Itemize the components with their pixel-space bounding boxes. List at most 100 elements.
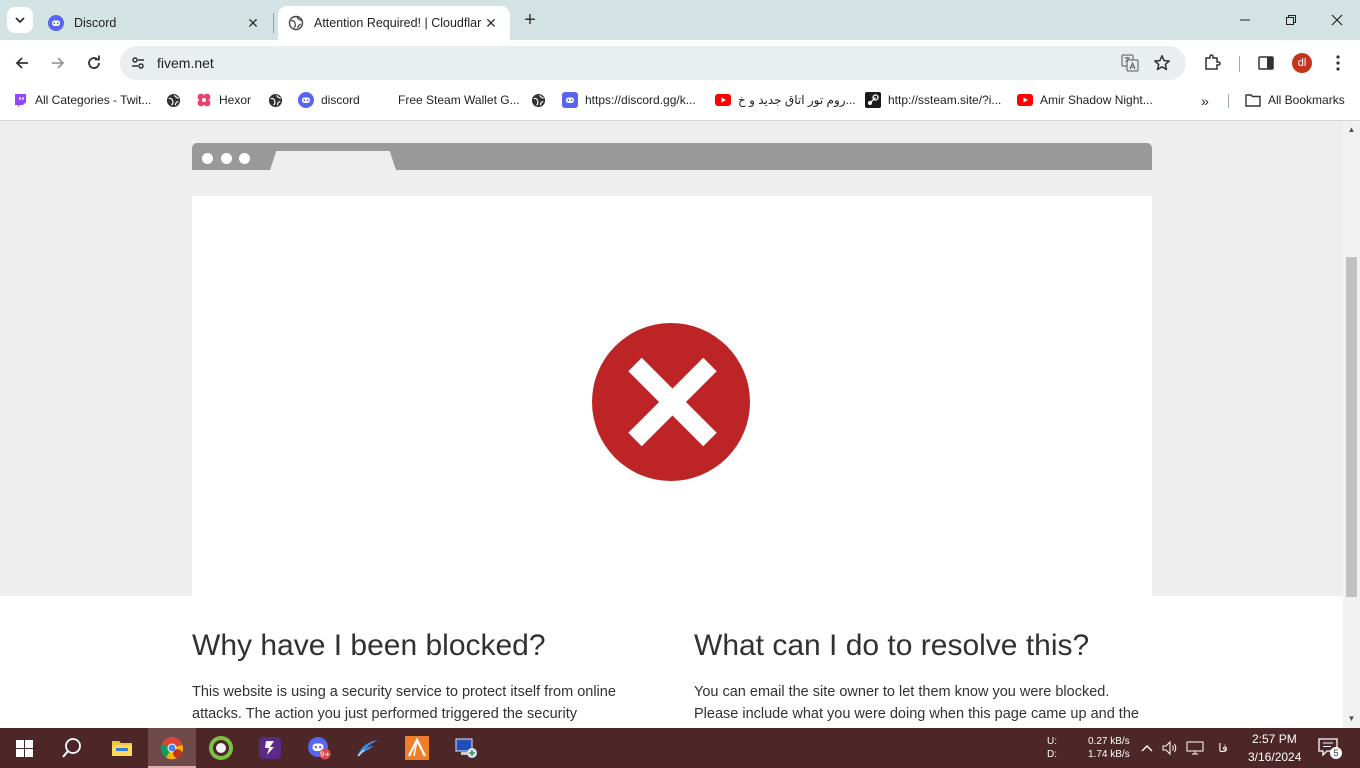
new-tab-button[interactable]: + <box>518 8 542 32</box>
chrome-button[interactable] <box>148 728 196 768</box>
star-icon[interactable] <box>1152 53 1172 73</box>
bookmark-label: http://ssteam.site/?i... <box>888 93 1002 107</box>
discord-icon <box>48 15 64 31</box>
globe-icon <box>530 92 546 108</box>
upload-speed: 0.27 kB/s <box>1088 736 1130 747</box>
bookmarks-bar: All Categories - Twit... Hexor discord F… <box>0 86 1360 114</box>
browser-illustration-bar <box>192 143 1152 170</box>
download-label: D: <box>1047 749 1057 760</box>
chevron-up-icon[interactable] <box>1137 738 1157 758</box>
bookmark-label: Hexor <box>219 93 252 107</box>
tab-cloudflare[interactable]: Attention Required! | Cloudflare ✕ <box>278 6 510 40</box>
discord-icon <box>298 92 314 108</box>
search-button[interactable] <box>48 728 96 768</box>
bookmark-globe[interactable] <box>267 90 290 110</box>
scroll-down-icon[interactable]: ▼ <box>1347 714 1356 723</box>
network-icon[interactable] <box>1185 738 1205 758</box>
youtube-icon <box>1017 92 1033 108</box>
windows-icon <box>15 739 33 757</box>
computer-network-icon <box>455 738 477 758</box>
youtube-icon <box>715 92 731 108</box>
bookmark-discord-invite[interactable]: https://discord.gg/k... <box>562 90 696 110</box>
bookmark-youtube-room-tour[interactable]: روم تور اتاق جدید و خ... <box>715 90 856 110</box>
network-app-button[interactable] <box>442 728 490 768</box>
browser-illustration-tab <box>270 151 396 170</box>
tab-strip: Discord ✕ Attention Required! | Cloudfla… <box>0 0 1360 40</box>
feather-app-button[interactable] <box>344 728 392 768</box>
bookmark-steam-wallet[interactable]: Free Steam Wallet G... <box>375 90 520 110</box>
hexor-icon <box>196 92 212 108</box>
discord-badge: 9+ <box>320 751 330 759</box>
bookmark-label: Free Steam Wallet G... <box>398 93 520 107</box>
bookmark-globe[interactable] <box>530 90 553 110</box>
discord-button[interactable]: 9+ <box>295 728 343 768</box>
tab-divider <box>273 13 274 33</box>
address-bar[interactable]: fivem.net <box>120 46 1186 80</box>
window-dot <box>221 153 232 164</box>
site-settings-icon[interactable] <box>128 53 148 73</box>
bookmark-label: discord <box>321 93 360 107</box>
chevron-double-right-icon[interactable]: » <box>1196 92 1214 110</box>
menu-icon[interactable] <box>1326 51 1350 75</box>
reload-button[interactable] <box>80 49 108 77</box>
bookmark-label: Amir Shadow Night... <box>1040 93 1153 107</box>
start-button[interactable] <box>0 728 48 768</box>
bookmark-globe[interactable] <box>165 90 188 110</box>
all-bookmarks-button[interactable]: All Bookmarks <box>1245 90 1345 110</box>
bookmark-ssteam[interactable]: http://ssteam.site/?i... <box>865 90 1001 110</box>
search-icon <box>62 738 81 758</box>
translate-icon[interactable] <box>1120 53 1140 73</box>
minimize-icon <box>1240 19 1250 21</box>
tab-discord[interactable]: Discord ✕ <box>38 6 272 40</box>
window-dot <box>202 153 213 164</box>
clock-time[interactable]: 2:57 PM <box>1252 732 1297 746</box>
globe-icon <box>267 92 283 108</box>
page-content: Why have I been blocked? This website is… <box>0 121 1343 728</box>
bookmark-discord[interactable]: discord <box>298 90 360 110</box>
scroll-thumb[interactable] <box>1346 257 1357 597</box>
notification-count: 5 <box>1330 747 1342 759</box>
bookmark-twitch[interactable]: All Categories - Twit... <box>12 90 151 110</box>
minimize-button[interactable] <box>1222 0 1268 40</box>
close-icon[interactable]: ✕ <box>244 14 262 32</box>
page-scrollbar[interactable]: ▲ ▼ <box>1343 121 1360 728</box>
bookmark-label: All Categories - Twit... <box>35 93 152 107</box>
side-panel-icon[interactable] <box>1254 51 1278 75</box>
chevron-down-icon <box>15 17 25 24</box>
notifications-button[interactable]: 5 <box>1318 738 1342 759</box>
forward-button[interactable] <box>44 49 72 77</box>
close-icon[interactable]: ✕ <box>482 14 500 32</box>
profile-avatar[interactable]: dl <box>1292 53 1312 73</box>
steam-icon <box>865 92 881 108</box>
why-blocked-line: This website is using a security service… <box>192 684 616 700</box>
bookmarks-divider <box>1228 94 1229 108</box>
resolve-section: What can I do to resolve this? You can e… <box>694 628 1164 725</box>
globe-icon <box>165 92 181 108</box>
bookmark-youtube-amir[interactable]: Amir Shadow Night... <box>1017 90 1153 110</box>
feather-app-icon <box>357 740 378 757</box>
url-text[interactable]: fivem.net <box>157 55 214 71</box>
why-blocked-line: attacks. The action you just performed t… <box>192 706 577 722</box>
tab-title: Attention Required! | Cloudflare <box>314 16 482 30</box>
tab-title: Discord <box>74 16 117 30</box>
extensions-icon[interactable] <box>1200 51 1224 75</box>
arrow-left-icon <box>15 57 28 69</box>
speaker-icon[interactable] <box>1160 738 1180 758</box>
globe-icon <box>288 15 304 31</box>
why-blocked-heading: Why have I been blocked? <box>192 629 546 662</box>
orange-app-button[interactable] <box>393 728 441 768</box>
windows-taskbar: 9+ U: D: 0.27 kB/s 1.74 kB/s فا 2:57 PM … <box>0 728 1360 768</box>
tab-search-button[interactable] <box>7 7 33 33</box>
back-button[interactable] <box>8 49 36 77</box>
xbox-style-app-button[interactable] <box>197 728 245 768</box>
clock-date[interactable]: 3/16/2024 <box>1248 750 1301 764</box>
language-indicator[interactable]: فا <box>1213 738 1233 758</box>
purple-app-button[interactable] <box>246 728 294 768</box>
scroll-up-icon[interactable]: ▲ <box>1347 125 1356 134</box>
file-explorer-button[interactable] <box>98 728 146 768</box>
bookmark-hexor[interactable]: Hexor <box>196 90 251 110</box>
close-window-button[interactable] <box>1314 0 1360 40</box>
resolve-line: You can email the site owner to let them… <box>694 684 1110 700</box>
restore-button[interactable] <box>1268 0 1314 40</box>
blank-page-icon <box>375 92 391 108</box>
